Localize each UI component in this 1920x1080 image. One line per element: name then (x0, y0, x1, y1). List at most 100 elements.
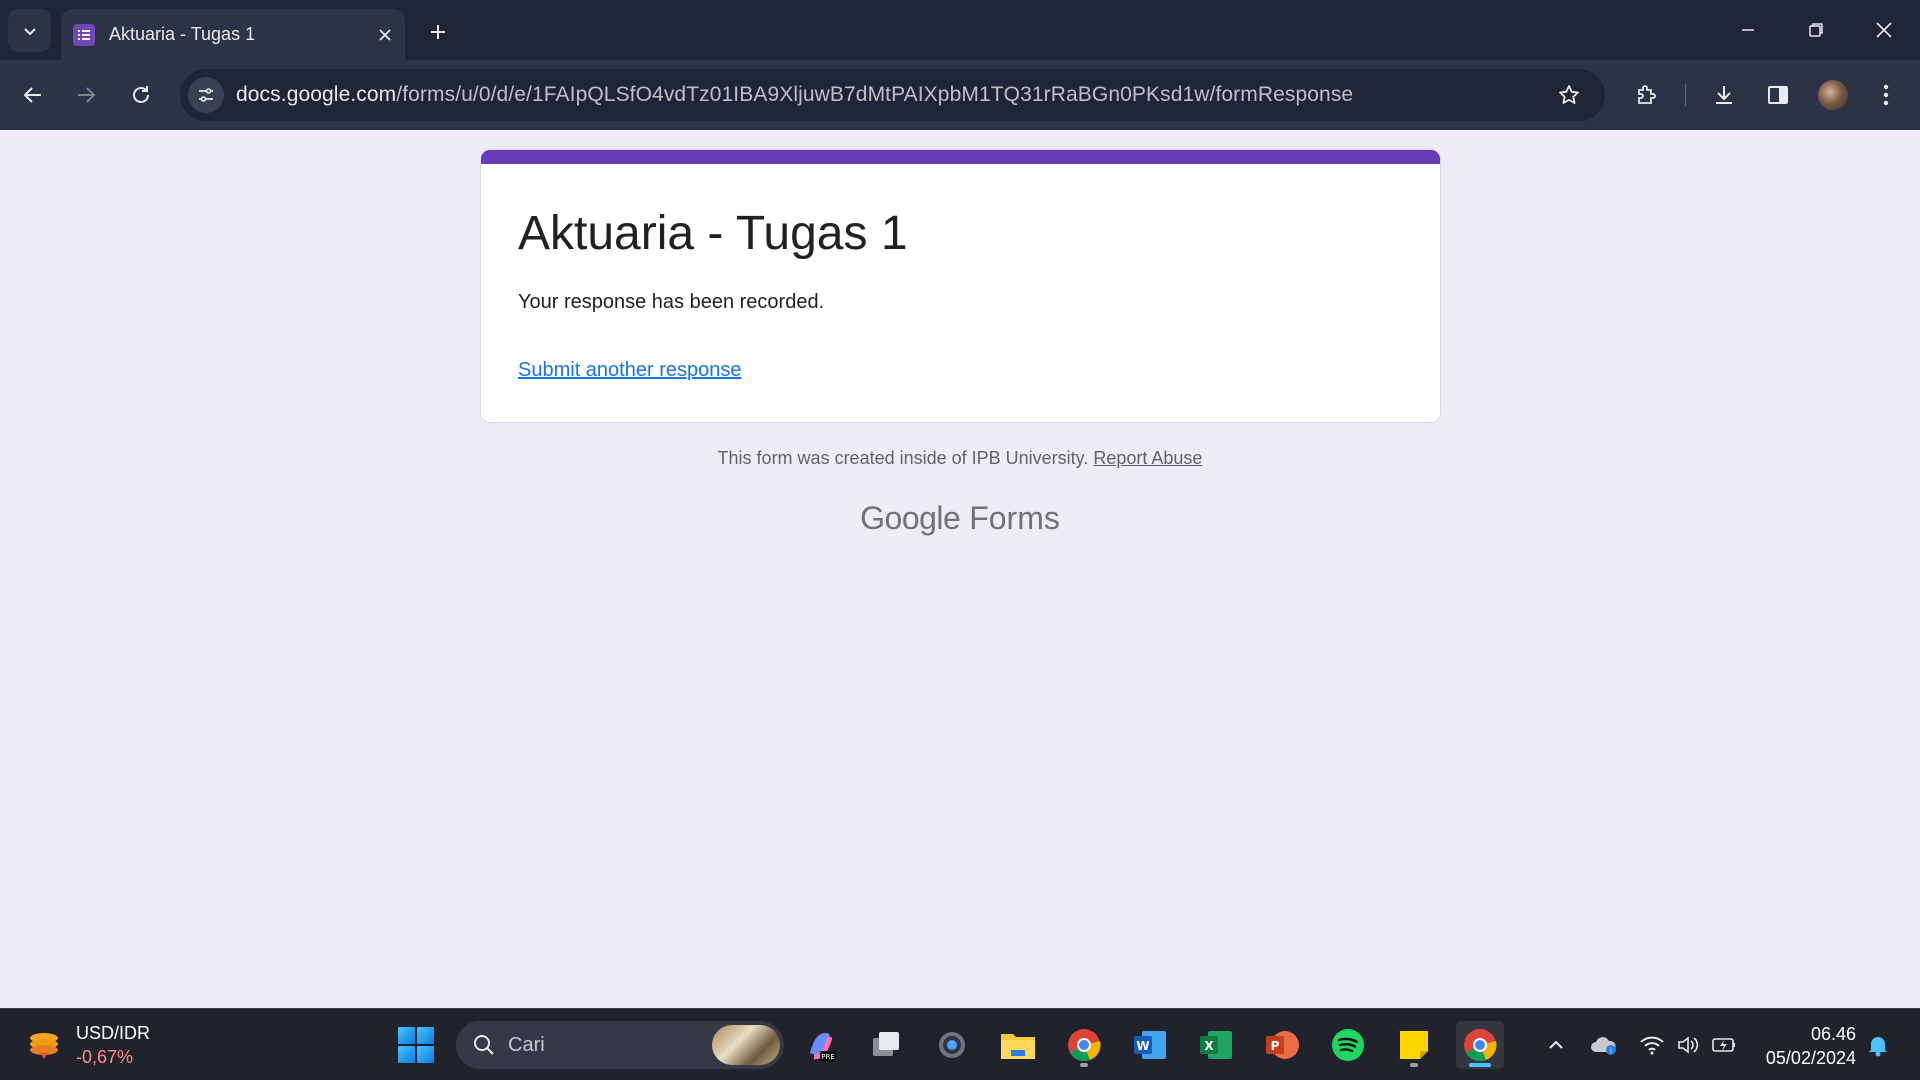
form-footer-note: This form was created inside of IPB Univ… (0, 448, 1920, 469)
browser-tab[interactable]: Aktuaria - Tugas 1 (61, 9, 405, 60)
extensions-button[interactable] (1624, 73, 1668, 117)
download-icon (1716, 86, 1732, 104)
menu-button[interactable] (1864, 73, 1908, 117)
svg-text:PRE: PRE (821, 1053, 835, 1061)
restore-icon (1809, 23, 1823, 37)
app-running-indicator (1410, 1063, 1418, 1067)
close-icon (379, 28, 391, 41)
chrome-icon (1068, 1029, 1101, 1062)
search-highlight-image (712, 1025, 780, 1065)
taskbar: USD/IDR -0,67% Cari PRE W X P i 06.46 05… (0, 1008, 1920, 1080)
chevron-up-icon (1549, 1040, 1563, 1049)
chrome-active-app[interactable] (1456, 1021, 1504, 1069)
submit-another-response-link[interactable]: Submit another response (518, 359, 741, 382)
clock-date: 05/02/2024 (1765, 1048, 1856, 1068)
restore-button[interactable] (1794, 8, 1838, 52)
start-button[interactable] (398, 1027, 434, 1063)
footer-text: This form was created inside of IPB Univ… (717, 448, 1089, 468)
browser-toolbar: docs.google.com/forms/u/0/d/e/1FAIpQLSfO… (0, 60, 1920, 130)
more-vertical-icon (1883, 84, 1889, 106)
excel-app[interactable]: X (1192, 1021, 1240, 1069)
excel-icon: X (1200, 1031, 1232, 1059)
svg-text:P: P (1271, 1039, 1280, 1053)
chrome-icon (1464, 1029, 1497, 1062)
app-running-indicator (1080, 1063, 1088, 1067)
powerpoint-icon: P (1266, 1031, 1299, 1059)
clock-time: 06.46 (1810, 1024, 1856, 1044)
new-tab-button[interactable] (420, 14, 456, 50)
reload-button[interactable] (119, 73, 163, 117)
confirmation-message: Your response has been recorded. (518, 291, 825, 313)
cloud-icon: i (1591, 1037, 1616, 1055)
tab-search-button[interactable] (8, 9, 51, 52)
chevron-down-icon (23, 27, 36, 35)
form-response-card: Aktuaria - Tugas 1 Your response has bee… (480, 149, 1441, 423)
svg-text:X: X (1204, 1039, 1214, 1053)
url-text[interactable]: docs.google.com/forms/u/0/d/e/1FAIpQLSfO… (236, 83, 1549, 107)
ticker-name[interactable]: USD/IDR (76, 1023, 150, 1044)
forms-favicon-icon (73, 23, 95, 46)
tune-icon (199, 88, 213, 102)
close-window-button[interactable] (1862, 8, 1906, 52)
folder-icon (1001, 1034, 1035, 1059)
sticky-note-icon (1400, 1031, 1428, 1059)
battery-charging-icon (1712, 1038, 1735, 1052)
task-view-icon (873, 1032, 899, 1056)
toolbar-divider (1685, 84, 1686, 106)
gear-icon (939, 1032, 965, 1058)
settings-app[interactable] (928, 1021, 976, 1069)
taskbar-clock[interactable]: 06.46 05/02/2024 (1766, 1022, 1856, 1070)
windows-logo-tile (398, 1046, 415, 1063)
google-forms-logo[interactable]: Google Forms (0, 500, 1920, 537)
side-panel-button[interactable] (1756, 73, 1800, 117)
network-tray-button[interactable] (1636, 1029, 1668, 1061)
minimize-icon (1742, 29, 1754, 31)
site-info-button[interactable] (188, 77, 224, 113)
sticky-notes-app[interactable] (1390, 1021, 1438, 1069)
windows-logo-tile (417, 1046, 434, 1063)
forward-button[interactable] (64, 73, 108, 117)
spotify-icon (1332, 1029, 1364, 1061)
address-bar[interactable]: docs.google.com/forms/u/0/d/e/1FAIpQLSfO… (180, 69, 1605, 121)
url-host: docs.google.com (236, 83, 397, 106)
form-accent-bar (481, 150, 1440, 164)
minimize-button[interactable] (1726, 8, 1770, 52)
back-button[interactable] (11, 73, 55, 117)
onedrive-tray-button[interactable]: i (1588, 1029, 1620, 1061)
plus-icon (431, 25, 445, 39)
app-active-indicator (1469, 1063, 1491, 1067)
battery-tray-button[interactable] (1708, 1029, 1740, 1061)
chrome-app[interactable] (1060, 1021, 1108, 1069)
star-icon (1559, 85, 1579, 104)
copilot-icon: PRE (810, 1033, 836, 1061)
form-title: Aktuaria - Tugas 1 (518, 207, 908, 260)
bookmark-button[interactable] (1549, 75, 1589, 115)
copilot-app[interactable]: PRE (796, 1021, 844, 1069)
spotify-app[interactable] (1324, 1021, 1372, 1069)
show-hidden-icons-button[interactable] (1540, 1029, 1572, 1061)
forms-wordmark: Forms (969, 500, 1060, 536)
powerpoint-app[interactable]: P (1258, 1021, 1306, 1069)
arrow-left-icon (23, 87, 41, 103)
volume-tray-button[interactable] (1672, 1029, 1704, 1061)
word-icon: W (1134, 1031, 1166, 1059)
profile-avatar[interactable] (1818, 80, 1848, 110)
svg-text:W: W (1136, 1039, 1149, 1053)
downloads-button[interactable] (1702, 73, 1746, 117)
search-icon (474, 1035, 494, 1055)
reload-icon (133, 86, 149, 103)
ticker-change[interactable]: -0,67% (76, 1047, 133, 1068)
coins-icon[interactable] (26, 1031, 62, 1061)
search-label: Cari (508, 1033, 545, 1056)
svg-text:i: i (1610, 1047, 1612, 1055)
windows-logo-tile (398, 1027, 415, 1044)
tab-title: Aktuaria - Tugas 1 (109, 24, 256, 44)
report-abuse-link[interactable]: Report Abuse (1093, 448, 1202, 468)
google-wordmark: Google (860, 500, 961, 536)
notifications-button[interactable] (1862, 1029, 1894, 1061)
taskbar-search[interactable]: Cari (456, 1021, 784, 1069)
word-app[interactable]: W (1126, 1021, 1174, 1069)
task-view-app[interactable] (862, 1021, 910, 1069)
file-explorer-app[interactable] (994, 1021, 1042, 1069)
tab-close-button[interactable] (369, 19, 401, 51)
